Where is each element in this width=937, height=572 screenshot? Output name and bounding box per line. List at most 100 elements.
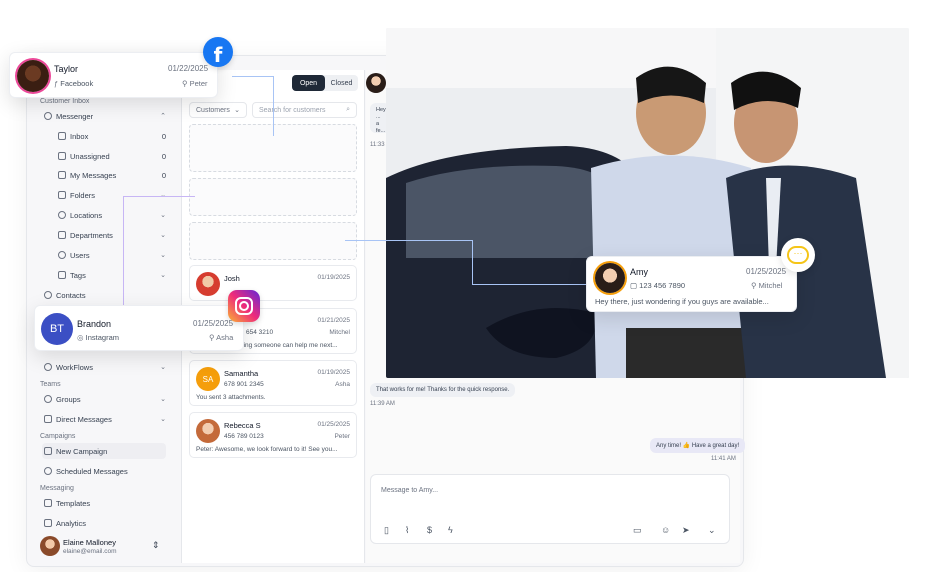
sidebar-item-workflows[interactable]: WorkFlows ⌄ xyxy=(44,359,166,375)
sidebar-item-analytics[interactable]: Analytics xyxy=(44,515,166,531)
message-preview: Hey there, just wondering if you guys ar… xyxy=(595,297,769,306)
channel-label: Instagram xyxy=(85,333,119,342)
section-teams: Teams xyxy=(40,381,61,388)
contact-date: 01/22/2025 xyxy=(168,64,209,73)
sidebar-item-label: Templates xyxy=(56,498,91,508)
contact-name: Taylor xyxy=(54,64,79,74)
sidebar-item-contacts[interactable]: Contacts xyxy=(44,287,166,303)
sidebar-item-unassigned[interactable]: Unassigned 0 xyxy=(58,148,166,164)
section-customer-inbox: Customer Inbox xyxy=(40,98,90,105)
sidebar-item-new-campaign[interactable]: New Campaign xyxy=(42,443,166,459)
user-email: elaine@email.com xyxy=(63,548,117,555)
tab-open[interactable]: Open xyxy=(292,75,325,91)
contact-card-brandon[interactable]: BT Brandon 01/25/2025 ◎ Instagram ⚲ Asha xyxy=(34,305,244,351)
sidebar-item-templates[interactable]: Templates xyxy=(44,495,166,511)
building-icon xyxy=(58,231,66,239)
placeholder-card xyxy=(189,222,357,260)
contact-date: 01/25/2025 xyxy=(193,319,234,328)
attachment-icon[interactable]: ⌇ xyxy=(405,525,409,536)
customers-filter-label: Customers xyxy=(196,106,230,114)
chat-bubble-icon: ··· xyxy=(781,238,815,272)
folder-icon xyxy=(58,191,66,199)
sidebar-item-my-messages[interactable]: My Messages 0 xyxy=(58,167,166,183)
agent-label: Asha xyxy=(216,333,234,342)
hero-photo xyxy=(386,28,909,378)
contact-name: Amy xyxy=(630,267,648,277)
chevron-down-icon: ⌄ xyxy=(160,364,166,371)
send-icon[interactable]: ➤ xyxy=(682,525,690,536)
sidebar-item-users[interactable]: Users ⌄ xyxy=(58,247,166,263)
conversation-agent: Peter xyxy=(334,433,350,440)
user-icon: ⚲ xyxy=(182,79,190,88)
sidebar-item-groups[interactable]: Groups ⌄ xyxy=(44,391,166,407)
list-item[interactable]: SA Samantha 01/19/2025 678 901 2345 Asha… xyxy=(189,360,357,406)
sidebar-item-label: Users xyxy=(70,250,90,260)
avatar: BT xyxy=(41,313,73,345)
message-input[interactable]: Message to Amy... xyxy=(381,487,438,494)
clock-icon xyxy=(44,467,52,475)
sidebar-item-label: Folders xyxy=(70,190,96,200)
account-switch-icon[interactable]: ⇕ xyxy=(152,540,160,551)
inbox-icon xyxy=(58,132,66,140)
conversation-date: 01/19/2025 xyxy=(317,369,350,376)
megaphone-icon xyxy=(44,447,52,455)
list-item[interactable]: Josh 01/19/2025 xyxy=(189,265,357,301)
avatar[interactable] xyxy=(40,536,60,556)
sidebar-item-label: Messenger xyxy=(56,111,94,121)
contact-channel: ƒ Facebook xyxy=(54,79,93,88)
sidebar-item-label: New Campaign xyxy=(56,446,108,456)
chevron-down-icon: ⌄ xyxy=(160,191,166,199)
emoji-icon[interactable]: ☺ xyxy=(661,525,670,535)
section-campaigns: Campaigns xyxy=(40,433,76,440)
sidebar-item-scheduled-messages[interactable]: Scheduled Messages xyxy=(44,463,166,479)
instagram-small-icon: ◎ xyxy=(77,333,86,342)
conversation-date: 01/19/2025 xyxy=(317,274,350,281)
list-item[interactable]: Rebecca S 01/25/2025 456 789 0123 Peter … xyxy=(189,412,357,458)
facebook-icon: f xyxy=(203,37,233,67)
sidebar-item-messenger[interactable]: Messenger ⌃ xyxy=(44,108,166,124)
sidebar-item-folders[interactable]: Folders ⌄ xyxy=(58,187,166,203)
sidebar-item-departments[interactable]: Departments ⌄ xyxy=(58,227,166,243)
location-pin-icon xyxy=(58,211,66,219)
message-composer[interactable]: Message to Amy... xyxy=(370,474,730,544)
avatar xyxy=(366,73,386,93)
placeholder-card xyxy=(189,178,357,216)
contact-card-taylor[interactable]: Taylor 01/22/2025 ƒ Facebook ⚲ Peter xyxy=(9,52,218,98)
chat-bubble: That works for me! Thanks for the quick … xyxy=(370,383,516,397)
lightning-icon[interactable]: ϟ xyxy=(448,525,453,535)
conversation-phone: 678 901 2345 xyxy=(224,381,264,388)
sidebar-item-locations[interactable]: Locations ⌄ xyxy=(58,207,166,223)
message-time: 11:39 AM xyxy=(370,401,395,407)
search-input[interactable]: Search for customers ⌕ xyxy=(252,102,357,118)
chevron-up-icon: ⌃ xyxy=(160,113,166,120)
customers-filter[interactable]: Customers ⌄ xyxy=(189,102,247,118)
tab-closed[interactable]: Closed xyxy=(325,75,358,91)
sidebar-item-label: My Messages xyxy=(70,170,117,180)
chevron-down-icon: ⌄ xyxy=(160,396,166,403)
connector-line xyxy=(232,76,274,78)
contact-card-amy[interactable]: Amy 01/25/2025 ▢ 123 456 7890 ⚲ Mitchel … xyxy=(586,256,797,312)
direct-message-icon xyxy=(44,415,52,423)
sidebar-item-label: Departments xyxy=(70,230,113,240)
sidebar-item-tags[interactable]: Tags ⌄ xyxy=(58,267,166,283)
contact-phone: ▢ 123 456 7890 xyxy=(630,281,685,290)
conversation-name: Josh xyxy=(224,274,240,283)
agent-label: Peter xyxy=(189,79,208,88)
dollar-icon[interactable]: $ xyxy=(427,525,432,535)
book-icon[interactable]: ▯ xyxy=(384,525,389,536)
search-placeholder: Search for customers xyxy=(259,106,326,114)
chevron-down-icon[interactable]: ⌄ xyxy=(708,525,716,536)
connector-line xyxy=(123,196,195,198)
channel-label: Facebook xyxy=(60,79,94,88)
contact-channel: ◎ Instagram xyxy=(77,333,119,342)
contact-agent: ⚲ Asha xyxy=(209,333,233,342)
sidebar-item-inbox[interactable]: Inbox 0 xyxy=(58,128,166,144)
video-icon[interactable]: ▭ xyxy=(633,525,642,536)
connector-line xyxy=(345,240,473,242)
chevron-down-icon: ⌄ xyxy=(160,252,166,259)
sidebar-item-label: Unassigned xyxy=(70,151,110,161)
sidebar-item-direct-messages[interactable]: Direct Messages ⌄ xyxy=(44,411,166,427)
status-toggle[interactable]: Open Closed xyxy=(292,75,358,91)
conversation-agent: Mitchel xyxy=(329,329,350,336)
avatar xyxy=(196,419,220,443)
